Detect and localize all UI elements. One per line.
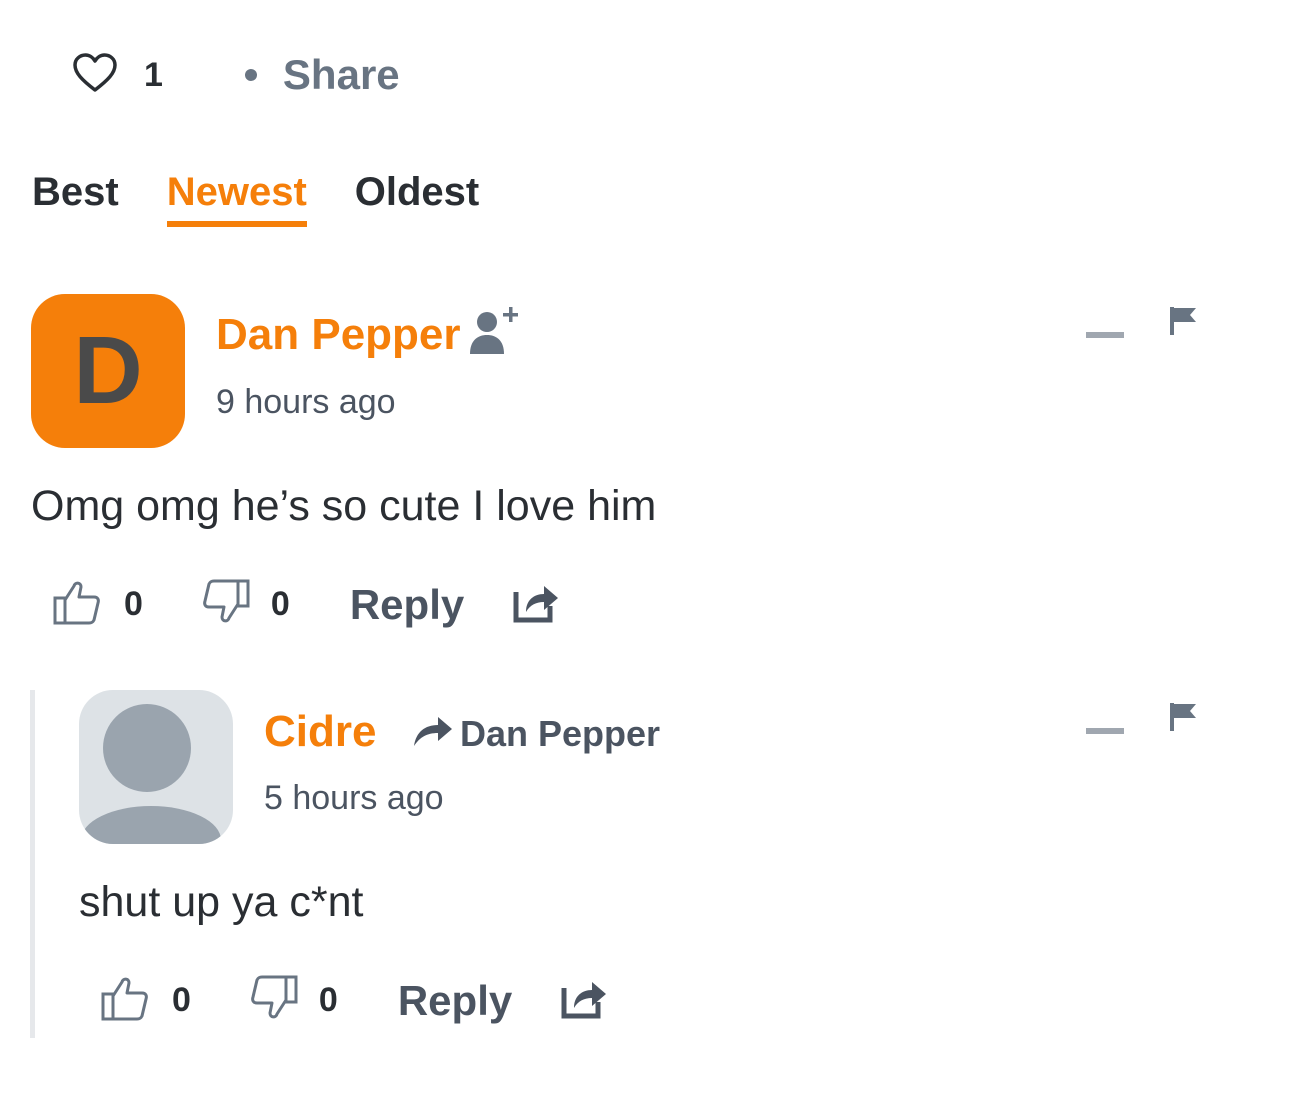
flag-icon[interactable]: [1168, 701, 1198, 738]
follow-user-icon[interactable]: [468, 304, 522, 361]
comment-text: shut up ya c*nt: [79, 878, 364, 926]
upvote-count: 0: [124, 585, 143, 623]
comment-text: Omg omg he’s so cute I love him: [31, 482, 657, 530]
flag-icon[interactable]: [1168, 305, 1198, 342]
reply-target-user[interactable]: Dan Pepper: [460, 713, 660, 755]
thumbs-down-icon[interactable]: [201, 578, 251, 631]
reply-arrow-icon: [412, 714, 454, 753]
comment-author[interactable]: Cidre: [264, 707, 376, 757]
comment-timestamp[interactable]: 9 hours ago: [216, 383, 396, 422]
share-button[interactable]: Share: [283, 51, 400, 99]
thumbs-up-icon[interactable]: [52, 578, 102, 631]
thread-line: [30, 690, 35, 1038]
downvote-count: 0: [318, 981, 338, 1019]
reply-button[interactable]: Reply: [350, 581, 464, 629]
avatar[interactable]: D: [31, 294, 185, 448]
heart-icon[interactable]: [72, 52, 118, 99]
comment-footer: 0 0 Reply: [52, 578, 560, 631]
post-actions-bar: 1 Share: [72, 50, 400, 100]
tab-newest[interactable]: Newest: [166, 170, 307, 227]
reply-button[interactable]: Reply: [398, 977, 512, 1025]
comment-author[interactable]: Dan Pepper: [216, 310, 461, 360]
tab-best[interactable]: Best: [32, 170, 119, 227]
collapse-icon[interactable]: [1086, 325, 1124, 343]
share-icon[interactable]: [512, 580, 560, 629]
upvote-count: 0: [172, 981, 191, 1019]
tab-oldest[interactable]: Oldest: [355, 170, 479, 227]
like-count: 1: [144, 55, 163, 94]
thumbs-down-icon[interactable]: [249, 974, 299, 1027]
downvote-count: 0: [270, 585, 290, 623]
comment-timestamp[interactable]: 5 hours ago: [264, 779, 444, 818]
avatar[interactable]: [79, 690, 233, 844]
collapse-icon[interactable]: [1086, 721, 1124, 739]
sort-tabs: Best Newest Oldest: [32, 170, 527, 227]
avatar-letter: D: [73, 317, 143, 424]
share-icon[interactable]: [560, 976, 608, 1025]
separator-dot: [244, 69, 257, 81]
comment-footer: 0 0 Reply: [100, 974, 608, 1027]
thumbs-up-icon[interactable]: [100, 974, 150, 1027]
